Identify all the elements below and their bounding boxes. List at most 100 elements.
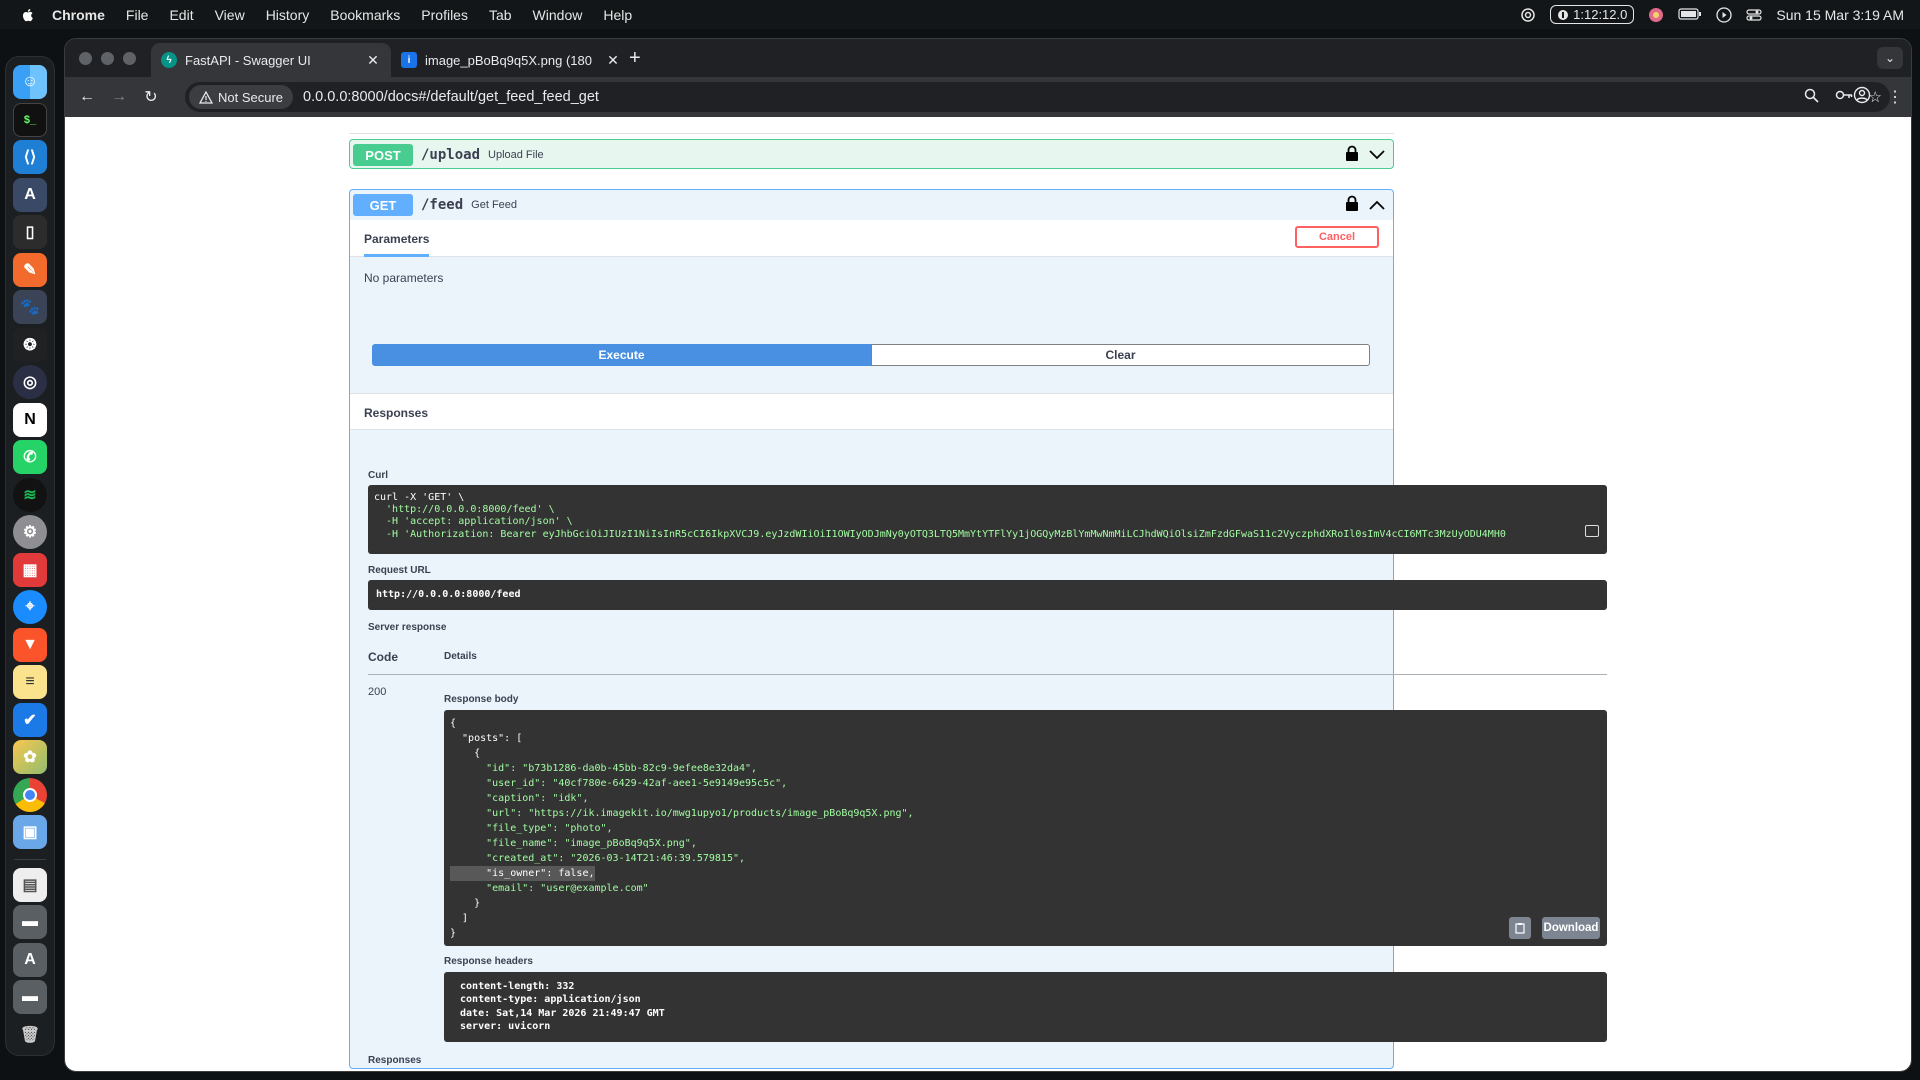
apple-logo-icon[interactable] bbox=[20, 7, 36, 23]
color-picker-icon[interactable] bbox=[1648, 7, 1664, 23]
responses-header: Responses bbox=[350, 393, 1393, 430]
menu-edit[interactable]: Edit bbox=[169, 7, 193, 23]
safari-icon[interactable]: ⌖ bbox=[13, 590, 47, 624]
tab-parameters[interactable]: Parameters bbox=[364, 232, 430, 257]
whatsapp-icon[interactable]: ✆ bbox=[13, 440, 47, 474]
copy-icon[interactable] bbox=[1585, 525, 1599, 537]
minimize-window-button[interactable] bbox=[101, 52, 114, 65]
op-actions bbox=[1345, 195, 1385, 216]
kebab-menu-icon[interactable]: ⋮ bbox=[1887, 87, 1903, 107]
request-url[interactable]: http://0.0.0.0:8000/feed bbox=[368, 580, 1607, 610]
warning-icon bbox=[199, 90, 213, 104]
response-body[interactable]: { "posts": [ { "id": "b73b1286-da0b-45bb… bbox=[444, 710, 1607, 946]
menu-help[interactable]: Help bbox=[603, 7, 632, 23]
openai-icon[interactable] bbox=[1520, 7, 1536, 23]
curl-code[interactable]: curl -X 'GET' \ 'http://0.0.0.0:8000/fee… bbox=[368, 485, 1607, 554]
document-icon[interactable]: ▤ bbox=[13, 867, 47, 902]
zoom-window-button[interactable] bbox=[123, 52, 136, 65]
security-chip[interactable]: Not Secure bbox=[189, 85, 294, 109]
profile-avatar-icon[interactable] bbox=[1853, 86, 1871, 109]
opblock-summary[interactable]: GET /feed Get Feed bbox=[350, 190, 1393, 220]
notion-icon[interactable]: N bbox=[13, 402, 47, 437]
play-icon[interactable] bbox=[1716, 6, 1733, 23]
back-arrow-icon[interactable]: ← bbox=[73, 83, 101, 111]
control-center-icon[interactable] bbox=[1746, 7, 1762, 23]
password-key-icon[interactable] bbox=[1835, 88, 1853, 106]
server-response-label: Server response bbox=[368, 622, 447, 633]
tab-search-chevron-icon[interactable]: ⌄ bbox=[1877, 47, 1903, 69]
xcode-instruments-icon[interactable]: A bbox=[13, 177, 47, 212]
notes-icon[interactable]: ≡ bbox=[13, 665, 47, 699]
downloads-folder-icon[interactable]: ▬ bbox=[13, 980, 47, 1014]
op-actions bbox=[1345, 145, 1385, 166]
dock-separator bbox=[14, 858, 46, 860]
response-headers-label: Response headers bbox=[444, 956, 533, 967]
stopwatch-icon bbox=[1558, 9, 1569, 20]
close-window-button[interactable] bbox=[79, 52, 92, 65]
tasks-icon[interactable]: ✔ bbox=[13, 702, 47, 737]
menu-window[interactable]: Window bbox=[533, 7, 583, 23]
menu-history[interactable]: History bbox=[266, 7, 310, 23]
json-line: } bbox=[450, 898, 481, 909]
lock-icon[interactable] bbox=[1345, 195, 1359, 216]
json-line-selected: "is_owner": false, bbox=[450, 866, 595, 881]
chatgpt-icon[interactable]: ❂ bbox=[13, 327, 47, 362]
opblock-get-feed: GET /feed Get Feed Parameters Cancel No … bbox=[349, 189, 1607, 1069]
tab-title: FastAPI - Swagger UI bbox=[185, 52, 311, 68]
battery-icon[interactable] bbox=[1678, 7, 1702, 23]
menubar-datetime[interactable]: Sun 15 Mar 3:19 AM bbox=[1776, 7, 1904, 23]
method-badge: GET bbox=[353, 194, 413, 216]
system-settings-icon[interactable]: ⚙ bbox=[13, 515, 47, 549]
pen-app-icon[interactable]: ✎ bbox=[13, 252, 47, 287]
menu-profiles[interactable]: Profiles bbox=[421, 7, 468, 23]
trash-icon[interactable]: 🗑 bbox=[13, 1018, 47, 1052]
menu-bookmarks[interactable]: Bookmarks bbox=[330, 7, 400, 23]
preview-app-icon[interactable]: ▣ bbox=[13, 815, 47, 849]
status-code: 200 bbox=[368, 686, 387, 698]
calendar-app-icon[interactable]: ▦ bbox=[13, 552, 47, 587]
zoom-magnifier-icon[interactable] bbox=[1804, 88, 1819, 107]
cat-app-icon[interactable]: 🐾 bbox=[13, 290, 47, 324]
curl-line: 'http://0.0.0.0:8000/feed' \ bbox=[374, 504, 555, 516]
timer-widget[interactable]: 1:12:12.0 bbox=[1550, 5, 1635, 24]
simulator-icon[interactable]: ▯ bbox=[13, 215, 47, 249]
new-tab-icon[interactable]: + bbox=[629, 47, 641, 70]
download-button[interactable]: Download bbox=[1542, 917, 1600, 939]
brave-icon[interactable]: ▼ bbox=[13, 627, 47, 662]
forward-arrow-icon[interactable]: → bbox=[105, 83, 133, 111]
json-line: "file_type": "photo", bbox=[450, 823, 613, 834]
folder-icon[interactable]: ▬ bbox=[13, 905, 47, 939]
opblock-post-upload[interactable]: POST /upload Upload File bbox=[349, 139, 1394, 169]
vscode-icon[interactable]: ⟨⟩ bbox=[13, 140, 47, 174]
tab-swagger-ui[interactable]: ϟ FastAPI - Swagger UI ✕ bbox=[151, 43, 391, 77]
chrome-icon[interactable] bbox=[13, 777, 47, 812]
copy-to-clipboard-icon[interactable] bbox=[1509, 917, 1531, 939]
chevron-down-icon[interactable] bbox=[1369, 147, 1385, 165]
obs-icon[interactable]: ◎ bbox=[13, 365, 47, 399]
address-bar[interactable]: Not Secure 0.0.0.0:8000/docs#/default/ge… bbox=[185, 82, 1890, 112]
lock-icon[interactable] bbox=[1345, 145, 1359, 166]
close-tab-icon[interactable]: ✕ bbox=[365, 52, 381, 69]
reload-icon[interactable]: ↻ bbox=[137, 83, 165, 111]
menu-file[interactable]: File bbox=[126, 7, 149, 23]
response-headers[interactable]: content-length: 332 content-type: applic… bbox=[444, 972, 1607, 1042]
cancel-button[interactable]: Cancel bbox=[1295, 226, 1379, 248]
terminal-icon[interactable]: $_ bbox=[13, 102, 47, 137]
execute-button[interactable]: Execute bbox=[372, 344, 871, 366]
menu-app-name[interactable]: Chrome bbox=[52, 7, 105, 23]
spotify-icon[interactable]: ≋ bbox=[13, 477, 47, 512]
photos-app-icon[interactable]: ✿ bbox=[13, 740, 47, 774]
header-line: server: uvicorn bbox=[454, 1020, 551, 1032]
apps-folder-icon[interactable]: A bbox=[13, 942, 47, 977]
close-tab-icon[interactable]: ✕ bbox=[605, 52, 621, 69]
menu-view[interactable]: View bbox=[215, 7, 245, 23]
tab-image[interactable]: i image_pBoBq9q5X.png (180 ✕ bbox=[391, 43, 631, 77]
menu-tab[interactable]: Tab bbox=[489, 7, 512, 23]
clear-button[interactable]: Clear bbox=[871, 344, 1370, 366]
curl-label: Curl bbox=[368, 470, 388, 481]
chevron-up-icon[interactable] bbox=[1369, 197, 1385, 215]
url-text[interactable]: 0.0.0.0:8000/docs#/default/get_feed_feed… bbox=[303, 89, 599, 105]
json-line: "created_at": "2026-03-14T21:46:39.57981… bbox=[450, 853, 746, 864]
opblock-summary[interactable]: POST /upload Upload File bbox=[350, 140, 1393, 170]
finder-icon[interactable]: ☺ bbox=[13, 65, 47, 99]
